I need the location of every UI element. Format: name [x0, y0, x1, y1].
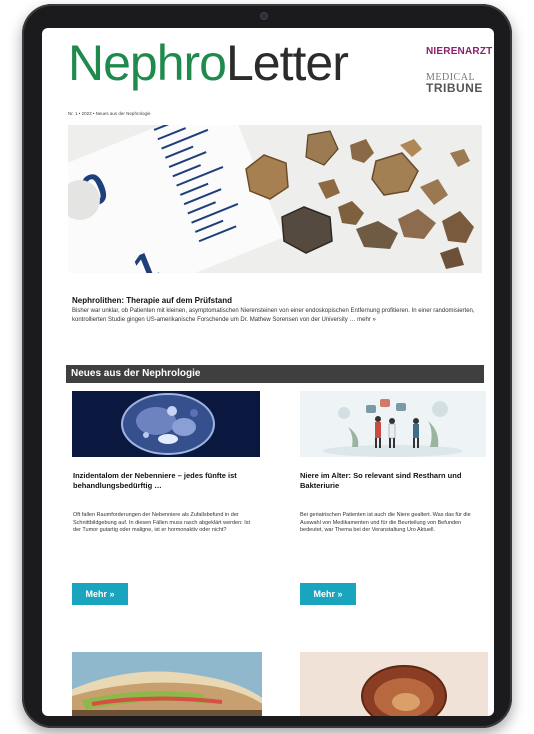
- newsletter-screen: NephroLetter NIERENARZT✓ MEDICAL TRIBUNE…: [42, 28, 494, 716]
- article-2-more-button[interactable]: Mehr »: [300, 583, 356, 605]
- article-1-image-ct-scan[interactable]: [72, 391, 260, 457]
- section-title: Neues aus der Nephrologie: [71, 368, 201, 379]
- article-3-image-sandwich[interactable]: [72, 652, 262, 716]
- issue-line: Nr. 1 • 2023 • Neues aus der Nephrologie: [68, 111, 151, 116]
- newsletter-brand: NephroLetter: [68, 34, 349, 92]
- nierenarzt-logo-text: NIERENARZT: [426, 46, 493, 57]
- article-1-text: Oft fallen Raumforderungen der Nebennier…: [73, 512, 251, 533]
- article-1-title[interactable]: Inzidentalom der Nebenniere – jedes fünf…: [73, 471, 253, 491]
- medical-tribune-line-2: TRIBUNE: [426, 81, 483, 95]
- article-2-text: Bei geriatrischen Patienten ist auch die…: [300, 512, 471, 533]
- nierenarzt-logo[interactable]: NIERENARZT✓: [426, 46, 494, 57]
- hero-image-kidney-stones[interactable]: 0 1: [68, 125, 482, 273]
- nierenarzt-logo-mark: ✓: [492, 46, 494, 57]
- article-1-more-button[interactable]: Mehr »: [72, 583, 128, 605]
- camera-icon: [260, 12, 268, 20]
- tablet-frame: NephroLetter NIERENARZT✓ MEDICAL TRIBUNE…: [22, 4, 512, 728]
- lead-article-text: Bisher war unklar, ob Patienten mit klei…: [72, 308, 475, 323]
- section-header-bar: Neues aus der Nephrologie: [66, 365, 484, 383]
- brand-part-1: Nephro: [68, 35, 227, 91]
- article-2-image-illustration[interactable]: [300, 391, 486, 457]
- article-4-image-organ[interactable]: [300, 652, 488, 716]
- lead-article-title[interactable]: Nephrolithen: Therapie auf dem Prüfstand: [72, 296, 232, 305]
- brand-part-2: Letter: [226, 35, 349, 91]
- article-2-title[interactable]: Niere im Alter: So relevant sind Resthar…: [300, 471, 480, 491]
- medical-tribune-logo[interactable]: MEDICAL TRIBUNE: [426, 72, 486, 94]
